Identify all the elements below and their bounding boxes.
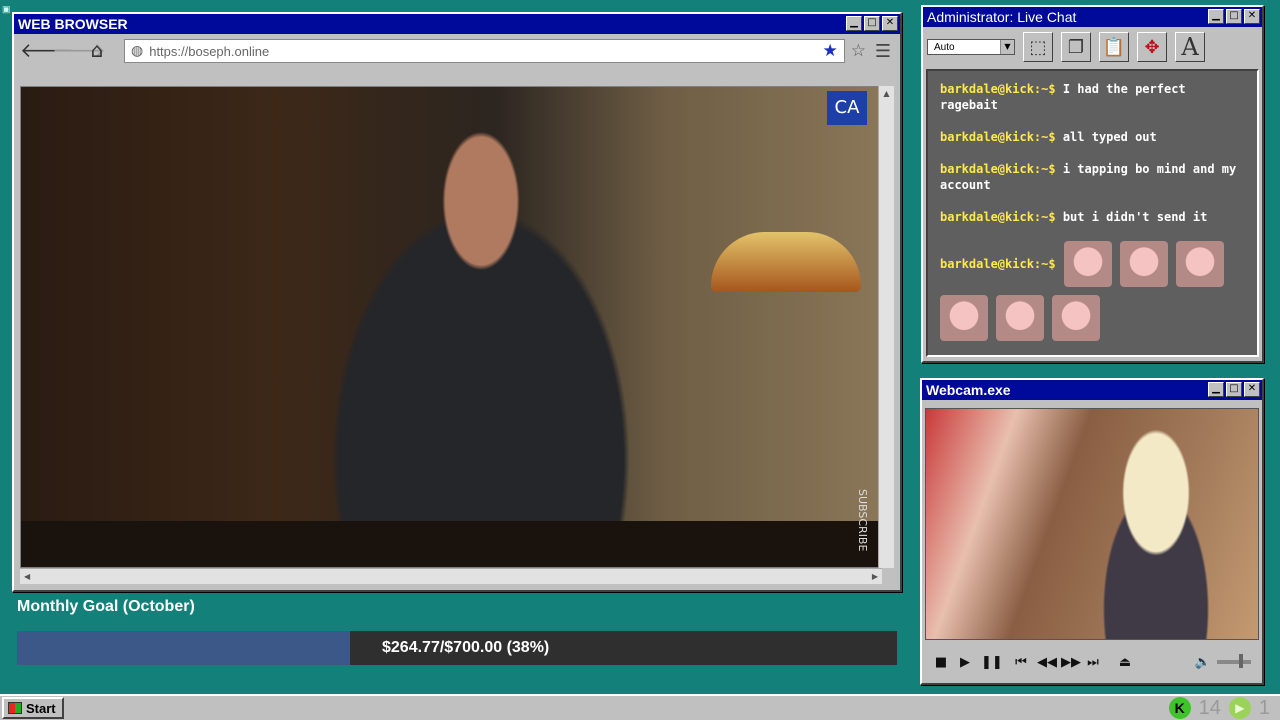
goal-progress-bar: $264.77/$700.00 (38%) (17, 631, 897, 665)
avatar-character (1076, 429, 1236, 639)
start-button[interactable]: Start (2, 697, 64, 719)
goal-progress-fill (17, 631, 350, 665)
address-bar[interactable]: ◍ https://boseph.online ★ (124, 39, 845, 63)
vertical-scrollbar[interactable]: ▲ (878, 86, 894, 568)
chat-username[interactable]: barkdale@kick:~$ (940, 162, 1056, 176)
taskbar: Start K 14 ▶ 1 (0, 694, 1280, 720)
video-lamp (711, 232, 861, 292)
subscribe-text: SUBSCRIBE (856, 489, 869, 552)
chat-message: barkdale@kick:~$ but i didn't send it (940, 209, 1249, 225)
live-chat-window: Administrator: Live Chat ▁ □ ✕ Auto ▼ ⬚ … (921, 5, 1264, 363)
play-circle-icon[interactable]: ▶ (1228, 697, 1251, 719)
kick-viewer-count: 14 (1198, 696, 1221, 719)
move-icon[interactable]: ✥ (1137, 32, 1167, 62)
webcam-titlebar[interactable]: Webcam.exe ▁ □ ✕ (922, 380, 1262, 400)
scroll-up-icon[interactable]: ▲ (879, 86, 894, 102)
webcam-title: Webcam.exe (926, 382, 1011, 398)
stop-icon[interactable]: ■ (933, 655, 949, 670)
volume-control[interactable]: 🔈 (1195, 654, 1251, 670)
eject-icon[interactable]: ⏏ (1117, 655, 1133, 670)
hamburger-menu-icon[interactable]: ☰ (872, 41, 894, 62)
goal-title: Monthly Goal (October) (17, 598, 195, 615)
bookmark-star-icon[interactable]: ★ (823, 41, 838, 61)
media-controls: ■ ▶ ❚❚ ⏮ ◀◀ ▶▶ ⏭ ⏏ 🔈 (925, 648, 1259, 676)
font-size-select[interactable]: Auto ▼ (927, 39, 1015, 55)
start-label: Start (26, 700, 56, 716)
video-desk (21, 521, 881, 567)
maximize-button[interactable]: □ (1226, 9, 1242, 24)
emote-image (1052, 295, 1100, 341)
chevron-down-icon[interactable]: ▼ (1000, 40, 1014, 54)
video-viewport[interactable]: CA SUBSCRIBE (20, 86, 882, 568)
chat-toolbar: Auto ▼ ⬚ ❐ 📋 ✥ A (923, 27, 1262, 67)
minimize-button[interactable]: ▁ (846, 16, 862, 31)
emote-row: barkdale@kick:~$ (940, 241, 1249, 341)
close-button[interactable]: ✕ (1244, 9, 1260, 24)
play-icon[interactable]: ▶ (957, 655, 973, 670)
channel-logo: CA (827, 91, 867, 125)
select-rect-icon[interactable]: ⬚ (1023, 32, 1053, 62)
windows-logo-icon (8, 702, 22, 714)
rewind-icon[interactable]: ◀◀ (1037, 655, 1057, 670)
horizontal-scrollbar[interactable]: ◀ ▶ (20, 568, 882, 584)
maximize-button[interactable]: □ (1226, 382, 1242, 397)
video-host-figure (271, 107, 691, 567)
chat-text: all typed out (1062, 130, 1157, 144)
pause-icon[interactable]: ❚❚ (981, 655, 1003, 670)
emote-image (1063, 241, 1112, 287)
minimize-button[interactable]: ▁ (1208, 382, 1224, 397)
globe-icon: ◍ (131, 43, 144, 59)
close-button[interactable]: ✕ (1244, 382, 1260, 397)
url-text[interactable]: https://boseph.online (149, 44, 816, 59)
paste-icon[interactable]: 📋 (1099, 32, 1129, 62)
chat-titlebar[interactable]: Administrator: Live Chat ▁ □ ✕ (923, 7, 1262, 27)
browser-window: WEB BROWSER ▁ □ ✕ 🡐 🡒 ⌂ ◍ https://boseph… (12, 12, 902, 592)
previous-icon[interactable]: ⏮ (1013, 655, 1029, 670)
chat-username[interactable]: barkdale@kick:~$ (940, 256, 1056, 272)
chat-text: but i didn't send it (1062, 210, 1208, 224)
subscribe-watermark: SUBSCRIBE (811, 489, 871, 551)
text-tool-icon[interactable]: A (1175, 32, 1205, 62)
scroll-right-icon[interactable]: ▶ (872, 572, 878, 581)
volume-knob[interactable] (1239, 654, 1243, 668)
emote-image (996, 295, 1044, 341)
next-icon[interactable]: ⏭ (1085, 655, 1101, 670)
font-size-value: Auto (934, 41, 955, 53)
chat-username[interactable]: barkdale@kick:~$ (940, 82, 1056, 96)
chat-message: barkdale@kick:~$ all typed out (940, 129, 1249, 145)
webcam-window: Webcam.exe ▁ □ ✕ ■ ▶ ❚❚ ⏮ ◀◀ ▶▶ ⏭ ⏏ 🔈 (920, 378, 1264, 685)
emote-image (940, 295, 988, 341)
chat-title: Administrator: Live Chat (927, 9, 1077, 25)
close-button[interactable]: ✕ (882, 16, 898, 31)
browser-titlebar[interactable]: WEB BROWSER ▁ □ ✕ (14, 14, 900, 34)
favorites-star-icon[interactable]: ☆ (851, 41, 866, 61)
home-icon[interactable]: ⌂ (84, 39, 110, 63)
chat-message: barkdale@kick:~$ i tapping bo mind and m… (940, 161, 1249, 193)
other-count: 1 (1258, 696, 1270, 719)
goal-progress-text: $264.77/$700.00 (38%) (382, 639, 550, 656)
system-tray: K 14 ▶ 1 (1168, 696, 1280, 720)
forward-arrow-icon[interactable]: 🡒 (52, 39, 106, 63)
fast-forward-icon[interactable]: ▶▶ (1061, 655, 1081, 670)
chat-message: barkdale@kick:~$ I had the perfect rageb… (940, 81, 1249, 113)
emote-image (1119, 241, 1168, 287)
chat-message-emotes: barkdale@kick:~$ (940, 241, 1249, 341)
chat-username[interactable]: barkdale@kick:~$ (940, 130, 1056, 144)
emote-image (1175, 241, 1224, 287)
speaker-icon[interactable]: 🔈 (1195, 655, 1211, 670)
kick-icon[interactable]: K (1168, 697, 1191, 719)
chat-messages[interactable]: barkdale@kick:~$ I had the perfect rageb… (926, 69, 1259, 357)
maximize-button[interactable]: □ (864, 16, 880, 31)
browser-navbar: 🡐 🡒 ⌂ ◍ https://boseph.online ★ ☆ ☰ (14, 34, 900, 68)
minimize-button[interactable]: ▁ (1208, 9, 1224, 24)
copy-icon[interactable]: ❐ (1061, 32, 1091, 62)
chat-username[interactable]: barkdale@kick:~$ (940, 210, 1056, 224)
browser-title: WEB BROWSER (18, 16, 128, 32)
volume-slider[interactable] (1217, 654, 1251, 668)
webcam-feed (925, 408, 1259, 640)
back-arrow-icon[interactable]: 🡐 (20, 39, 74, 63)
scroll-left-icon[interactable]: ◀ (24, 572, 30, 581)
